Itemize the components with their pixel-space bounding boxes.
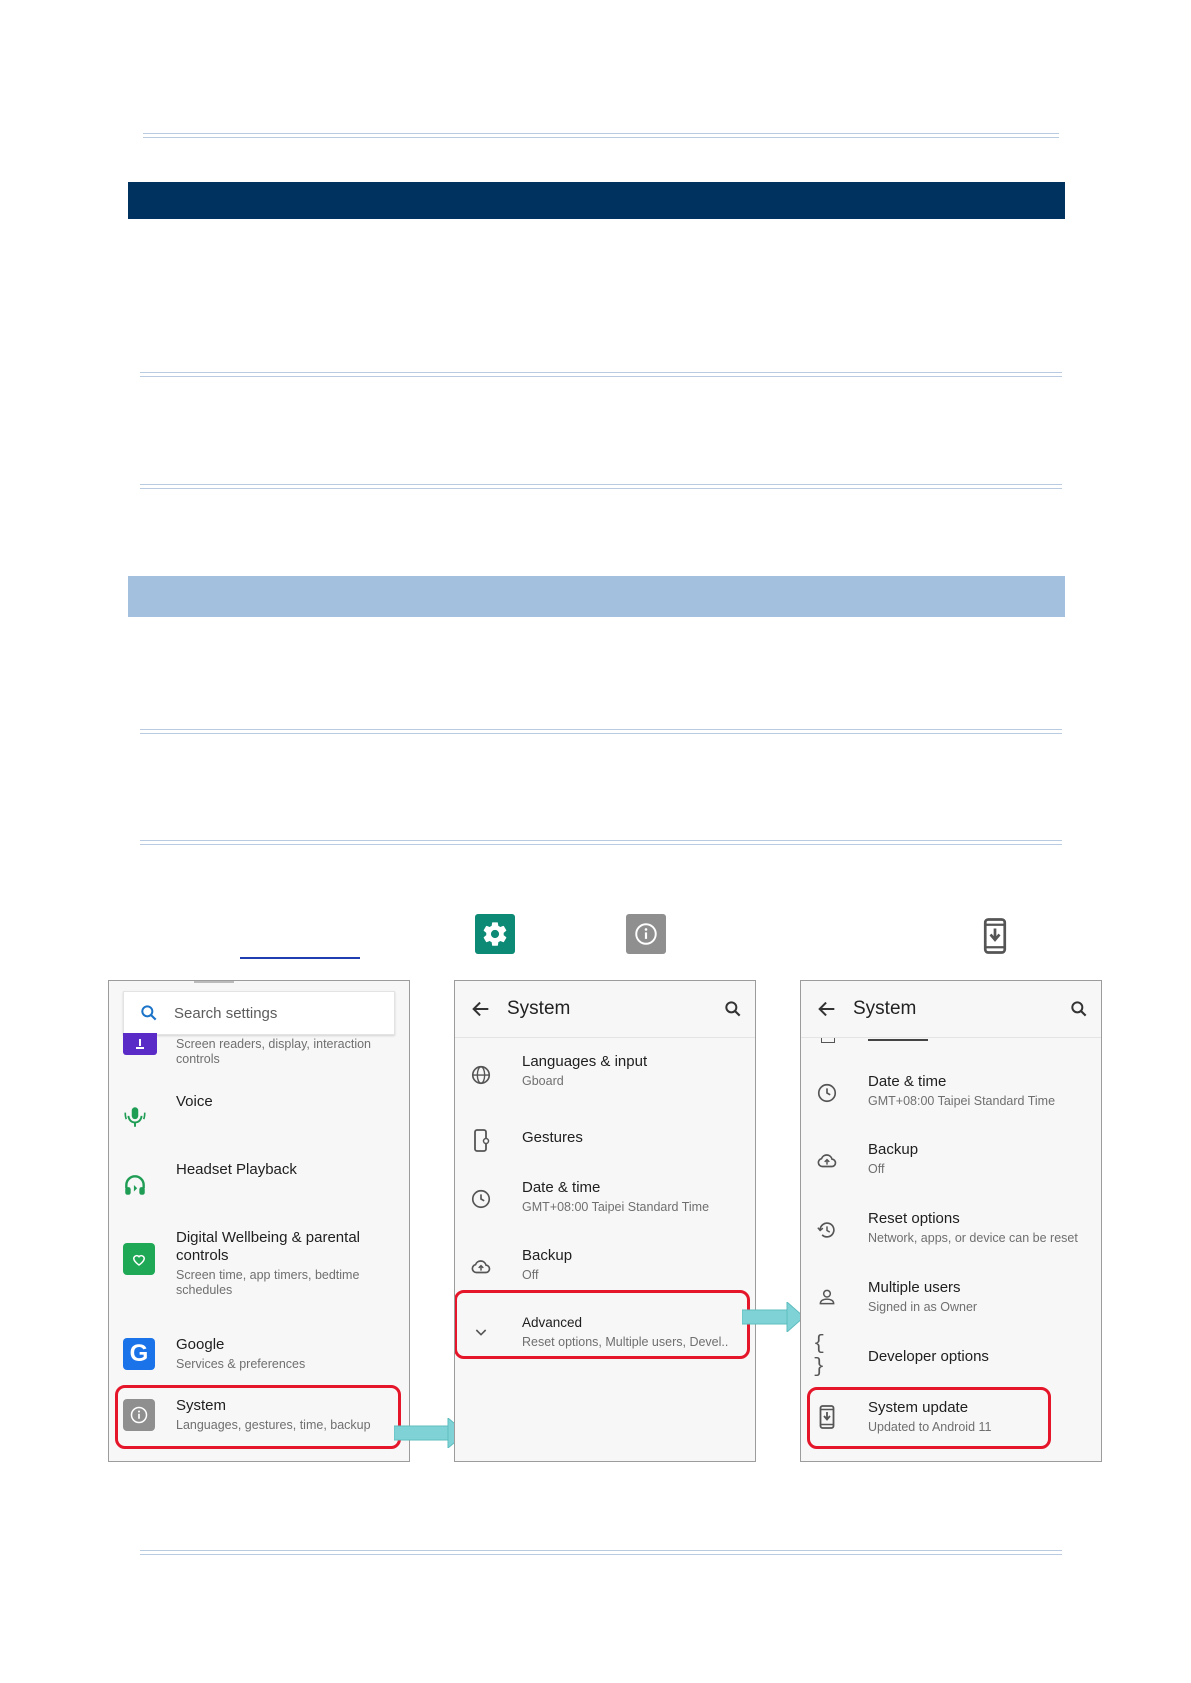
digital-wellbeing-icon [123,1243,155,1275]
list-item-subtitle: Screen readers, display, interaction con… [176,1037,372,1066]
list-item-subtitle: Off [868,1162,885,1176]
list-item-title: Google [176,1336,225,1353]
section-rule-3 [140,729,1062,734]
search-bar[interactable]: Search settings [123,991,395,1035]
list-item-subtitle: Services & preferences [176,1357,306,1371]
back-arrow-icon[interactable] [455,998,507,1020]
section-rule-1 [140,372,1062,377]
section-rule-2 [140,484,1062,489]
list-item-reset-options[interactable]: Reset options Network, apps, or device c… [801,1210,1101,1260]
person-icon [813,1283,841,1311]
google-icon: G [123,1338,155,1370]
list-item-title: Developer options [868,1348,989,1365]
settings-screenshot: Search settings Screen readers, display,… [108,980,410,1462]
page-title: System [853,998,917,1019]
back-arrow-icon[interactable] [801,998,853,1020]
system-update-icon [978,916,1012,956]
system-screenshot: System Languages & input Gboard Gestures… [454,980,756,1462]
list-item-subtitle: Signed in as Owner [868,1300,978,1314]
list-item-subtitle: Screen time, app timers, bedtime schedul… [176,1268,360,1297]
list-item-subtitle: Gboard [522,1074,564,1088]
app-bar: System [801,981,1101,1038]
accessibility-icon [123,1033,157,1055]
cloud-upload-icon [813,1147,841,1175]
list-item-multiple-users[interactable]: Multiple users Signed in as Owner [801,1279,1101,1329]
top-rule [143,133,1059,138]
list-item-gestures[interactable]: Gestures [455,1129,755,1169]
list-item-title: Headset Playback [176,1161,297,1178]
page-title: System [507,998,571,1019]
headset-icon [121,1171,149,1199]
list-item-subtitle: Off [522,1268,539,1282]
settings-icon [475,914,515,954]
clock-icon [813,1079,841,1107]
list-item-voice[interactable]: Voice [109,1093,409,1143]
hyperlink-underline[interactable] [240,957,360,959]
list-item-title: Gestures [522,1129,583,1146]
bottom-rule [140,1550,1062,1555]
app-bar: System [455,981,755,1038]
cloud-upload-icon [467,1253,495,1281]
list-item-developer-options[interactable]: { } Developer options [801,1333,1101,1388]
list-item-google[interactable]: G Google Services & preferences [109,1336,409,1386]
list-item-subtitle: GMT+08:00 Taipei Standard Time [868,1094,1056,1108]
section-header-band [128,576,1065,617]
list-item-title: Digital Wellbeing & parental controls [176,1229,360,1264]
system-advanced-screenshot: System Date & time GMT+08:00 Taipei Stan… [800,980,1102,1462]
gestures-icon [467,1127,495,1155]
list-item-accessibility[interactable]: Screen readers, display, interaction con… [109,1033,409,1083]
list-item-title: Multiple users [868,1279,961,1296]
list-item-title: Voice [176,1093,213,1110]
list-item-title: Date & time [868,1073,947,1090]
list-item-subtitle: Network, apps, or device can be reset [868,1231,1078,1245]
list-item-backup[interactable]: Backup Off [801,1141,1101,1191]
list-item-title: Backup [868,1141,919,1158]
list-item-headset-playback[interactable]: Headset Playback [109,1161,409,1211]
globe-icon [467,1061,495,1089]
list-item-languages[interactable]: Languages & input Gboard [455,1053,755,1103]
list-item-title: Date & time [522,1179,601,1196]
info-icon [626,914,666,954]
voice-icon [121,1103,149,1131]
highlight-system-update [807,1387,1051,1449]
search-icon[interactable] [711,999,755,1019]
chapter-header-band [128,182,1065,219]
arrow-icon [742,1302,804,1332]
search-placeholder: Search settings [174,1004,278,1022]
list-item-digital-wellbeing[interactable]: Digital Wellbeing & parental controls Sc… [109,1229,409,1299]
list-item-date-time[interactable]: Date & time GMT+08:00 Taipei Standard Ti… [801,1073,1101,1123]
clock-icon [467,1185,495,1213]
braces-icon: { } [813,1333,826,1379]
list-item-title: Languages & input [522,1053,648,1070]
search-icon [124,1003,174,1023]
section-rule-4 [140,840,1062,845]
highlight-system [115,1385,401,1449]
list-item-date-time[interactable]: Date & time GMT+08:00 Taipei Standard Ti… [455,1179,755,1229]
history-icon [813,1216,841,1244]
search-icon[interactable] [1057,999,1101,1019]
list-item-title: Reset options [868,1210,960,1227]
list-item-subtitle: GMT+08:00 Taipei Standard Time [522,1200,710,1214]
list-item-title: Backup [522,1247,573,1264]
highlight-advanced [455,1290,750,1359]
